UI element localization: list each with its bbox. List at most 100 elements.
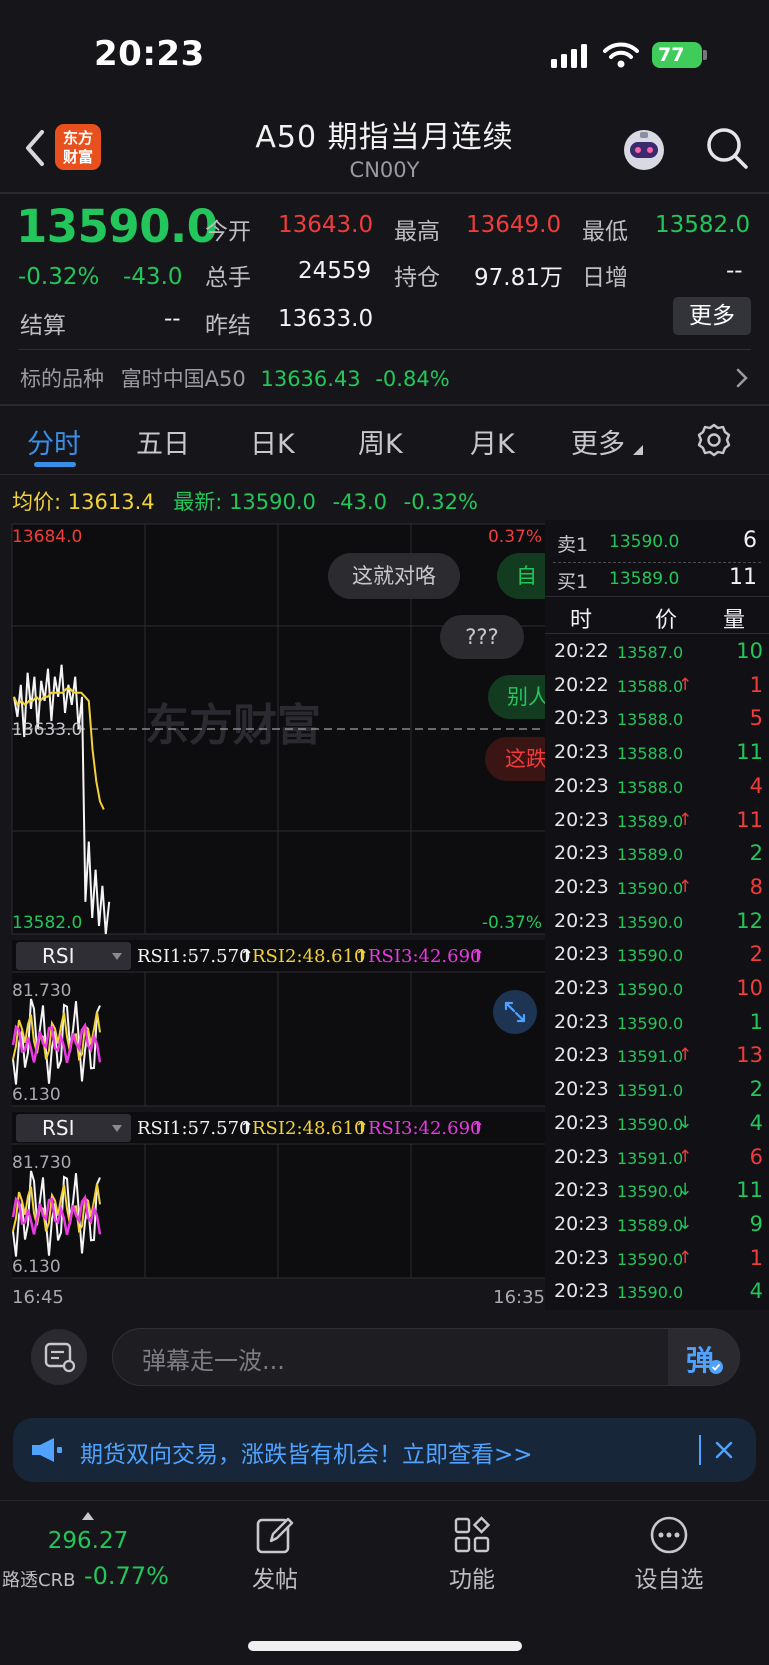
tick-row: 20:23 13590.0 ↑ 1 <box>545 1241 769 1275</box>
y-bottom-label: 13582.0 <box>12 913 82 933</box>
tab-underline <box>34 462 76 467</box>
rsi-selector-label: RSI <box>42 944 75 968</box>
tick-panel[interactable]: 卖1 13590.0 6 买1 13589.0 11 时 价 量 20:22 13… <box>545 520 769 1310</box>
y-bottom-pct: -0.37% <box>482 913 542 933</box>
nav-divider <box>0 1500 769 1501</box>
arrow-up-icon: ↑ <box>678 876 693 897</box>
wifi-icon <box>603 42 639 68</box>
tab-weekly-k[interactable]: 周K <box>358 422 403 461</box>
book-divider <box>553 562 761 563</box>
index-ticker[interactable]: 296.27 路透CRB -0.77% <box>0 1508 176 1598</box>
tab-monthly-k[interactable]: 月K <box>470 422 515 461</box>
tick-qty: 12 <box>736 908 763 933</box>
ask-label: 卖1 <box>557 534 589 556</box>
tick-row: 20:23 13588.0 4 <box>545 769 769 803</box>
danmaku-bubble-1: 这就对咯 <box>328 553 460 599</box>
watermark: 东方财富 <box>145 700 321 751</box>
battery-tip <box>703 50 707 60</box>
tick-row: 20:23 13589.0 2 <box>545 836 769 870</box>
tick-qty: 1 <box>749 1009 763 1034</box>
danmaku-settings-button[interactable] <box>31 1329 87 1385</box>
tick-time: 20:23 <box>554 1078 609 1101</box>
underlying-pct: -0.84% <box>375 367 450 391</box>
danmaku-send-button[interactable]: 弹 <box>668 1329 739 1385</box>
underlying-row[interactable]: 标的品种 富时中国A50 13636.43 -0.84% <box>20 363 450 393</box>
triangle-down-icon <box>633 445 643 455</box>
tick-qty: 10 <box>736 976 763 1000</box>
intraday-chart[interactable]: 东方财富 13684.0 13633.0 13582.0 0.37% -0.37… <box>0 520 545 1310</box>
nav-watchlist-label[interactable]: 设自选 <box>619 1560 719 1594</box>
bid-qty: 11 <box>729 565 757 590</box>
rsi2-label: RSI2:48.610 <box>252 946 366 967</box>
expand-button <box>493 990 537 1034</box>
latest-value: 13590.0 <box>229 490 316 514</box>
danmaku-text: 自 <box>516 564 537 588</box>
index-name: 路透CRB <box>2 1570 76 1591</box>
tick-row: 20:23 13590.0 ↓ 11 <box>545 1173 769 1207</box>
close-icon[interactable] <box>714 1440 734 1460</box>
rsi1-label: RSI1:57.570 <box>137 946 251 967</box>
danmaku-text: 这就对咯 <box>352 564 436 588</box>
header-divider <box>545 596 769 597</box>
danmaku-bubble-4: 别人 <box>488 675 545 719</box>
post-icon[interactable] <box>255 1515 295 1555</box>
nav-function-label[interactable]: 功能 <box>422 1560 522 1594</box>
tick-price: 13588.0 <box>617 676 684 696</box>
tick-qty: 1 <box>749 672 763 697</box>
tick-row: 20:23 13591.0 ↑ 13 <box>545 1038 769 1072</box>
tab-more[interactable]: 更多 <box>571 422 625 461</box>
robot-assistant-icon[interactable] <box>620 126 668 174</box>
x-end-label: 16:35 <box>493 1287 545 1308</box>
tick-time: 20:23 <box>554 977 609 999</box>
tick-qty: 11 <box>736 740 763 765</box>
tick-qty: 2 <box>749 942 763 967</box>
tick-row: 20:23 13588.0 5 <box>545 701 769 735</box>
tick-row: 20:23 13588.0 11 <box>545 735 769 769</box>
ask-price: 13590.0 <box>609 532 680 552</box>
more-dots-icon[interactable] <box>649 1515 689 1555</box>
status-time: 20:23 <box>94 34 205 74</box>
arrow-up-icon: ↑ <box>678 1247 693 1268</box>
underlying-price: 13636.43 <box>260 367 361 391</box>
arrow-down-icon: ↓ <box>678 1112 693 1133</box>
ask-qty: 6 <box>743 528 757 553</box>
arrow-up-icon: ↑ <box>678 674 693 695</box>
grid-function-icon[interactable] <box>452 1515 492 1555</box>
tick-time: 20:23 <box>554 1280 609 1303</box>
tick-qty: 11 <box>736 807 763 832</box>
y-top-pct: 0.37% <box>488 527 542 547</box>
cellular-signal-icon <box>551 44 587 68</box>
rsi-selector-label: RSI <box>42 1116 75 1140</box>
change-value: -43.0 <box>123 264 183 290</box>
tab-intraday[interactable]: 分时 <box>27 422 81 461</box>
tick-price: 13589.0 <box>617 845 684 865</box>
arrow-up-icon: ↑ <box>678 809 693 830</box>
tab-daily-k[interactable]: 日K <box>250 422 295 461</box>
tick-row: 20:23 13590.0 1 <box>545 1005 769 1039</box>
tab-five-day[interactable]: 五日 <box>136 422 190 461</box>
chevron-right-icon[interactable] <box>734 366 750 390</box>
tick-price: 13588.0 <box>617 710 684 730</box>
col-price-header: 价 <box>655 608 678 633</box>
tick-row: 20:23 13589.0 ↓ 9 <box>545 1207 769 1241</box>
rsi2-arrow: ↑ <box>354 1118 369 1139</box>
rsi3-arrow: ↑ <box>470 1118 485 1139</box>
tick-qty: 4 <box>749 773 763 798</box>
low-value: 13582.0 <box>655 212 751 238</box>
search-icon[interactable] <box>703 124 751 172</box>
tick-qty: 4 <box>749 1279 763 1304</box>
tick-price: 13590.0 <box>617 946 684 966</box>
volume-value: 24559 <box>298 258 372 284</box>
danmaku-placeholder: 弹幕走一波... <box>142 1347 285 1375</box>
avg-value: 13613.4 <box>67 490 155 514</box>
battery-indicator: 77 <box>652 42 702 68</box>
tick-price: 13590.0 <box>617 980 684 999</box>
nav-post-label[interactable]: 发帖 <box>225 1560 325 1594</box>
more-button[interactable]: 更多 <box>673 297 751 335</box>
tick-price: 13590.0 <box>617 1283 684 1303</box>
high-label: 最高 <box>394 219 440 245</box>
tab-divider <box>0 474 769 475</box>
last-price: 13590.0 <box>16 200 218 253</box>
gear-icon[interactable] <box>696 422 732 458</box>
tick-time: 20:23 <box>554 774 609 797</box>
